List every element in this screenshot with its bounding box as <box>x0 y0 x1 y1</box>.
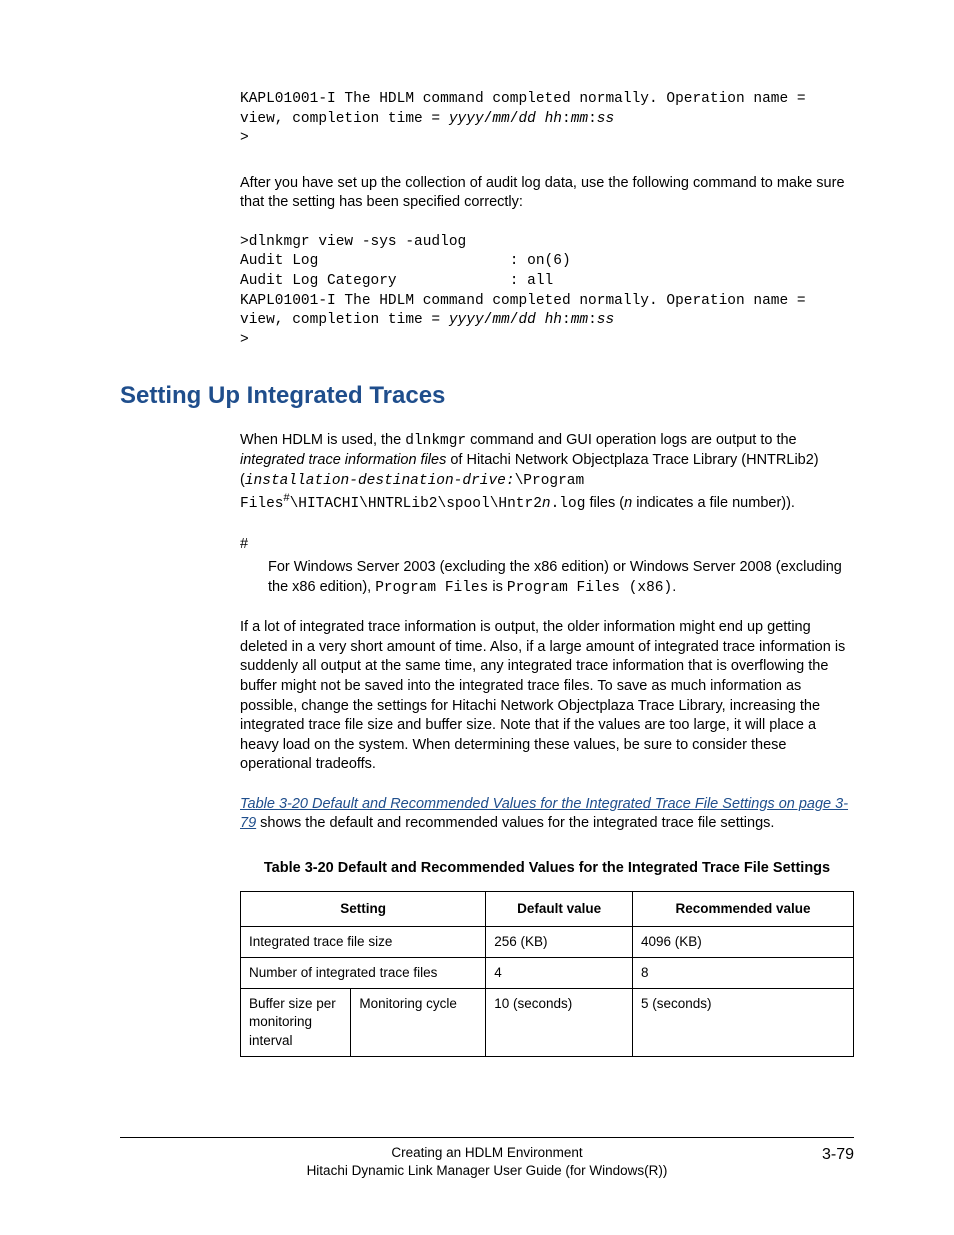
paragraph-audit-followup: After you have set up the collection of … <box>240 174 854 213</box>
code-line: KAPL01001-I The HDLM command completed n… <box>240 293 814 309</box>
sep: : <box>588 111 597 127</box>
ts: mm <box>571 111 588 127</box>
th-default: Default value <box>486 891 633 926</box>
txt: . <box>672 579 676 595</box>
path: \HITACHI\HNTRLib2\spool\Hntr2 <box>290 496 542 512</box>
cell: Integrated trace file size <box>241 926 486 957</box>
cmd: dlnkmgr <box>405 433 466 449</box>
path: Program Files (x86) <box>507 580 672 596</box>
cell: 8 <box>633 957 854 988</box>
footnote-body: For Windows Server 2003 (excluding the x… <box>268 558 854 598</box>
txt: When HDLM is used, the <box>240 432 405 448</box>
path: .log <box>551 496 586 512</box>
path-var: installation-destination-drive: <box>245 473 515 489</box>
path: Program Files <box>375 580 488 596</box>
em: integrated trace information files <box>240 452 446 468</box>
code-line: > <box>240 130 249 146</box>
th-setting: Setting <box>241 891 486 926</box>
ts: mm <box>571 312 588 328</box>
txt: shows the default and recommended values… <box>256 815 774 831</box>
sep: : <box>562 111 571 127</box>
table-caption: Table 3-20 Default and Recommended Value… <box>240 859 854 879</box>
cell: 256 (KB) <box>486 926 633 957</box>
ts: dd hh <box>518 111 562 127</box>
txt: files ( <box>585 495 624 511</box>
code-line: KAPL01001-I The HDLM command completed n… <box>240 91 814 107</box>
footer-guide: Hitachi Dynamic Link Manager User Guide … <box>120 1162 854 1180</box>
cell: Monitoring cycle <box>351 989 486 1057</box>
cell: 4096 (KB) <box>633 926 854 957</box>
code-line: view, completion time = <box>240 312 449 328</box>
paragraph-tradeoffs: If a lot of integrated trace information… <box>240 618 854 775</box>
paragraph-intro: When HDLM is used, the dlnkmgr command a… <box>240 431 854 515</box>
cell: Buffer size per monitoring interval <box>241 989 351 1057</box>
table-row: Buffer size per monitoring interval Moni… <box>241 989 854 1057</box>
ts: dd hh <box>518 312 562 328</box>
page-number: 3-79 <box>822 1144 854 1166</box>
page-footer: Creating an HDLM Environment Hitachi Dyn… <box>120 1137 854 1180</box>
table-row: Integrated trace file size 256 (KB) 4096… <box>241 926 854 957</box>
code-line: > <box>240 332 249 348</box>
var: n <box>542 496 551 512</box>
ts: mm <box>492 111 509 127</box>
txt: is <box>488 579 507 595</box>
ts: mm <box>492 312 509 328</box>
ts: yyyy <box>449 111 484 127</box>
paragraph-table-ref: Table 3-20 Default and Recommended Value… <box>240 795 854 834</box>
table-header-row: Setting Default value Recommended value <box>241 891 854 926</box>
txt: indicates a file number)). <box>632 495 795 511</box>
footer-chapter: Creating an HDLM Environment <box>120 1144 854 1162</box>
code-line: Audit Log : on(6) <box>240 253 571 269</box>
code-output-1: KAPL01001-I The HDLM command completed n… <box>240 90 854 149</box>
th-recommended: Recommended value <box>633 891 854 926</box>
table-row: Number of integrated trace files 4 8 <box>241 957 854 988</box>
code-line: view, completion time = <box>240 111 449 127</box>
code-output-2: >dlnkmgr view -sys -audlog Audit Log : o… <box>240 233 854 350</box>
cell: 4 <box>486 957 633 988</box>
section-heading: Setting Up Integrated Traces <box>120 380 854 412</box>
code-line: Audit Log Category : all <box>240 273 553 289</box>
code-line: >dlnkmgr view -sys -audlog <box>240 234 466 250</box>
cell: 10 (seconds) <box>486 989 633 1057</box>
var: n <box>624 495 632 511</box>
footnote-symbol: # <box>240 535 854 555</box>
sep: : <box>588 312 597 328</box>
ts: ss <box>597 312 614 328</box>
settings-table: Setting Default value Recommended value … <box>240 891 854 1057</box>
ts: ss <box>597 111 614 127</box>
cell: 5 (seconds) <box>633 989 854 1057</box>
txt: command and GUI operation logs are outpu… <box>466 432 796 448</box>
cell: Number of integrated trace files <box>241 957 486 988</box>
ts: yyyy <box>449 312 484 328</box>
sep: : <box>562 312 571 328</box>
